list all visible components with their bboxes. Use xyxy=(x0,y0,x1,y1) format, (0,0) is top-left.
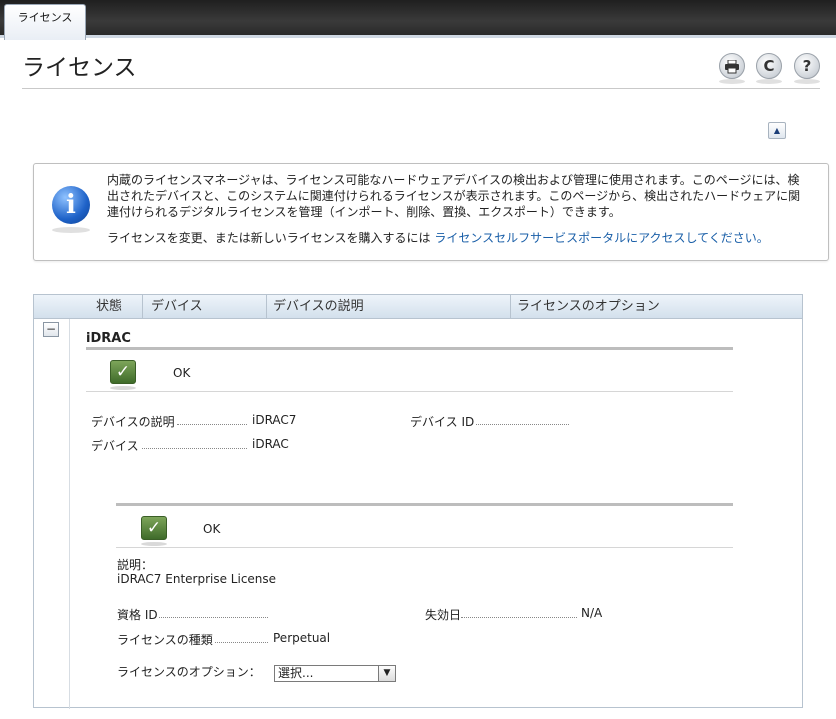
info-link-prefix: ライセンスを変更、または新しいライセンスを購入するには xyxy=(107,231,435,245)
license-status-icon-shadow xyxy=(141,542,167,546)
device-status-text: OK xyxy=(173,366,191,380)
license-status-ok-icon: ✓ xyxy=(141,516,167,540)
col-device[interactable]: デバイス xyxy=(145,295,203,318)
tab-license[interactable]: ライセンス xyxy=(4,4,86,40)
status-icon-shadow xyxy=(110,386,136,390)
device-label: デバイス xyxy=(91,439,139,453)
col-separator xyxy=(142,295,143,318)
device-id-label: デバイス ID xyxy=(410,415,475,429)
printer-icon xyxy=(725,59,739,74)
expiry-value: N/A xyxy=(581,606,603,620)
collapse-row-button[interactable]: − xyxy=(43,322,59,337)
top-tab-bar xyxy=(0,0,836,38)
minus-icon: − xyxy=(45,322,57,336)
license-status-divider xyxy=(116,547,733,548)
help-button-shadow xyxy=(794,79,820,84)
device-section-rule xyxy=(86,347,733,350)
chevron-down-icon[interactable]: ▼ xyxy=(378,666,395,681)
license-status-text: OK xyxy=(203,522,221,536)
license-type-value: Perpetual xyxy=(273,631,331,645)
entitlement-id-label: 資格 ID xyxy=(117,608,158,622)
col-device-description[interactable]: デバイスの説明 xyxy=(267,295,364,318)
info-text: 内蔵のライセンスマネージャは、ライセンス可能なハードウェアデバイスの検出および管… xyxy=(107,173,801,219)
dot-leader xyxy=(215,642,268,643)
grid-header: 状態 デバイス デバイスの説明 ライセンスのオプション xyxy=(34,295,802,319)
info-icon: i xyxy=(52,186,90,224)
license-section-rule xyxy=(116,503,733,506)
dot-leader xyxy=(159,617,268,618)
license-options-selected: 選択... xyxy=(278,666,314,680)
license-description-label: 説明： xyxy=(117,558,154,572)
help-icon: ? xyxy=(802,57,812,75)
col-status[interactable]: 状態 xyxy=(90,295,122,318)
device-value: iDRAC xyxy=(252,437,289,451)
license-description-value: iDRAC7 Enterprise License xyxy=(117,572,277,586)
device-status-divider xyxy=(86,391,733,392)
dot-leader xyxy=(461,617,577,618)
license-type-label: ライセンスの種類 xyxy=(117,633,213,647)
collapse-all-button[interactable]: ▲ xyxy=(768,122,786,139)
info-icon-shadow xyxy=(52,227,90,233)
grid-left-column-line xyxy=(69,319,70,709)
eject-up-icon: ▲ xyxy=(773,126,781,135)
info-link-line: ライセンスを変更、または新しいライセンスを購入するには ライセンスセルフサービス… xyxy=(107,229,769,246)
device-section-title: iDRAC xyxy=(86,331,131,346)
col-license-options[interactable]: ライセンスのオプション xyxy=(511,295,660,318)
title-divider xyxy=(22,88,820,89)
dot-leader xyxy=(177,424,247,425)
license-options-label: ライセンスのオプション： xyxy=(117,665,261,679)
page-title: ライセンス xyxy=(22,55,137,81)
expiry-label: 失効日 xyxy=(425,608,462,622)
dot-leader xyxy=(476,424,569,425)
refresh-icon: C xyxy=(763,57,775,75)
dot-leader xyxy=(142,448,247,449)
license-options-select[interactable]: 選択... ▼ xyxy=(274,665,396,682)
status-ok-icon: ✓ xyxy=(110,360,136,384)
license-portal-link[interactable]: ライセンスセルフサービスポータルにアクセスしてください。 xyxy=(434,231,768,245)
help-button[interactable]: ? xyxy=(794,53,820,79)
device-description-value: iDRAC7 xyxy=(252,413,297,427)
print-button-shadow xyxy=(719,79,745,84)
print-button[interactable] xyxy=(719,53,745,79)
refresh-button-shadow xyxy=(756,79,782,84)
device-description-label: デバイスの説明 xyxy=(91,415,175,429)
refresh-button[interactable]: C xyxy=(756,53,782,79)
